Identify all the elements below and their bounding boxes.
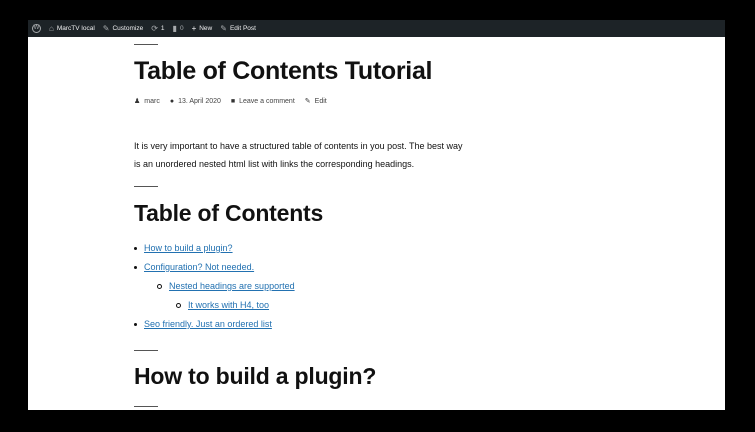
new-content-link[interactable]: + New <box>188 20 217 37</box>
bullet-icon <box>134 265 137 269</box>
updates-link[interactable]: ⟳ 1 <box>147 20 168 37</box>
list-item: How to build a plugin? <box>134 243 233 253</box>
person-icon: ♟ <box>134 98 141 105</box>
meta-edit[interactable]: ✎ Edit <box>304 97 327 106</box>
browser-viewport: W ⌂ MarcTV local ✎ Customize ⟳ 1 ▮ 0 + N… <box>28 20 725 410</box>
separator <box>134 406 158 407</box>
plus-icon: + <box>191 23 197 33</box>
intro-line: It is very important to have a structure… <box>134 141 463 151</box>
separator <box>134 44 158 45</box>
site-name-link[interactable]: ⌂ MarcTV local <box>45 20 99 37</box>
separator <box>134 350 158 351</box>
separator <box>134 186 158 187</box>
list-item: Seo friendly. Just an ordered list <box>134 319 272 329</box>
section-heading: How to build a plugin? <box>134 363 377 389</box>
brush-icon: ✎ <box>102 23 110 33</box>
post-title: Table of Contents Tutorial <box>134 57 433 85</box>
leave-comment-link: Leave a comment <box>239 97 295 105</box>
edit-post-link[interactable]: ✎ Edit Post <box>216 20 260 37</box>
toc-link[interactable]: Nested headings are supported <box>169 281 295 291</box>
list-item: It works with H4, too <box>176 300 269 310</box>
bullet-icon <box>134 246 137 250</box>
pencil-icon: ✎ <box>220 23 227 33</box>
toc-link[interactable]: It works with H4, too <box>188 300 269 310</box>
bullet-icon <box>134 322 137 326</box>
post-meta: ♟ marc ● 13. April 2020 ■ Leave a commen… <box>134 97 327 106</box>
edit-post-label: Edit Post <box>229 25 256 32</box>
bullet-icon <box>176 302 181 308</box>
toc-heading: Table of Contents <box>134 200 324 226</box>
toc-link[interactable]: Configuration? Not needed. <box>144 262 254 272</box>
author-name: marc <box>144 97 160 105</box>
clock-icon: ● <box>169 97 175 105</box>
pencil-icon: ✎ <box>304 98 311 105</box>
site-name-label: MarcTV local <box>56 25 95 32</box>
comments-link[interactable]: ▮ 0 <box>169 20 188 37</box>
comments-count: 0 <box>179 25 184 32</box>
list-item: Nested headings are supported <box>157 281 295 291</box>
comment-bubble-icon: ▮ <box>172 23 177 33</box>
intro-paragraph: It is very important to have a structure… <box>134 137 534 173</box>
post-date: 13. April 2020 <box>178 97 221 105</box>
toc-link[interactable]: How to build a plugin? <box>144 243 233 253</box>
intro-line: is an unordered nested html list with li… <box>134 159 415 169</box>
customize-label: Customize <box>112 25 144 32</box>
toc-link[interactable]: Seo friendly. Just an ordered list <box>144 319 272 329</box>
meta-date[interactable]: ● 13. April 2020 <box>170 98 221 105</box>
home-icon: ⌂ <box>49 23 54 33</box>
customize-link[interactable]: ✎ Customize <box>99 20 147 37</box>
meta-author[interactable]: ♟ marc <box>134 97 160 106</box>
edit-link: Edit <box>314 97 327 105</box>
updates-icon: ⟳ <box>151 23 158 33</box>
updates-count: 1 <box>160 25 165 32</box>
wordpress-logo-icon: W <box>32 24 41 33</box>
bullet-icon <box>157 283 162 289</box>
new-label: New <box>199 25 213 32</box>
wordpress-menu[interactable]: W <box>28 20 45 37</box>
list-item: Configuration? Not needed. <box>134 262 254 272</box>
meta-comments[interactable]: ■ Leave a comment <box>231 98 295 105</box>
admin-bar: W ⌂ MarcTV local ✎ Customize ⟳ 1 ▮ 0 + N… <box>28 20 725 37</box>
comment-icon: ■ <box>230 97 236 105</box>
